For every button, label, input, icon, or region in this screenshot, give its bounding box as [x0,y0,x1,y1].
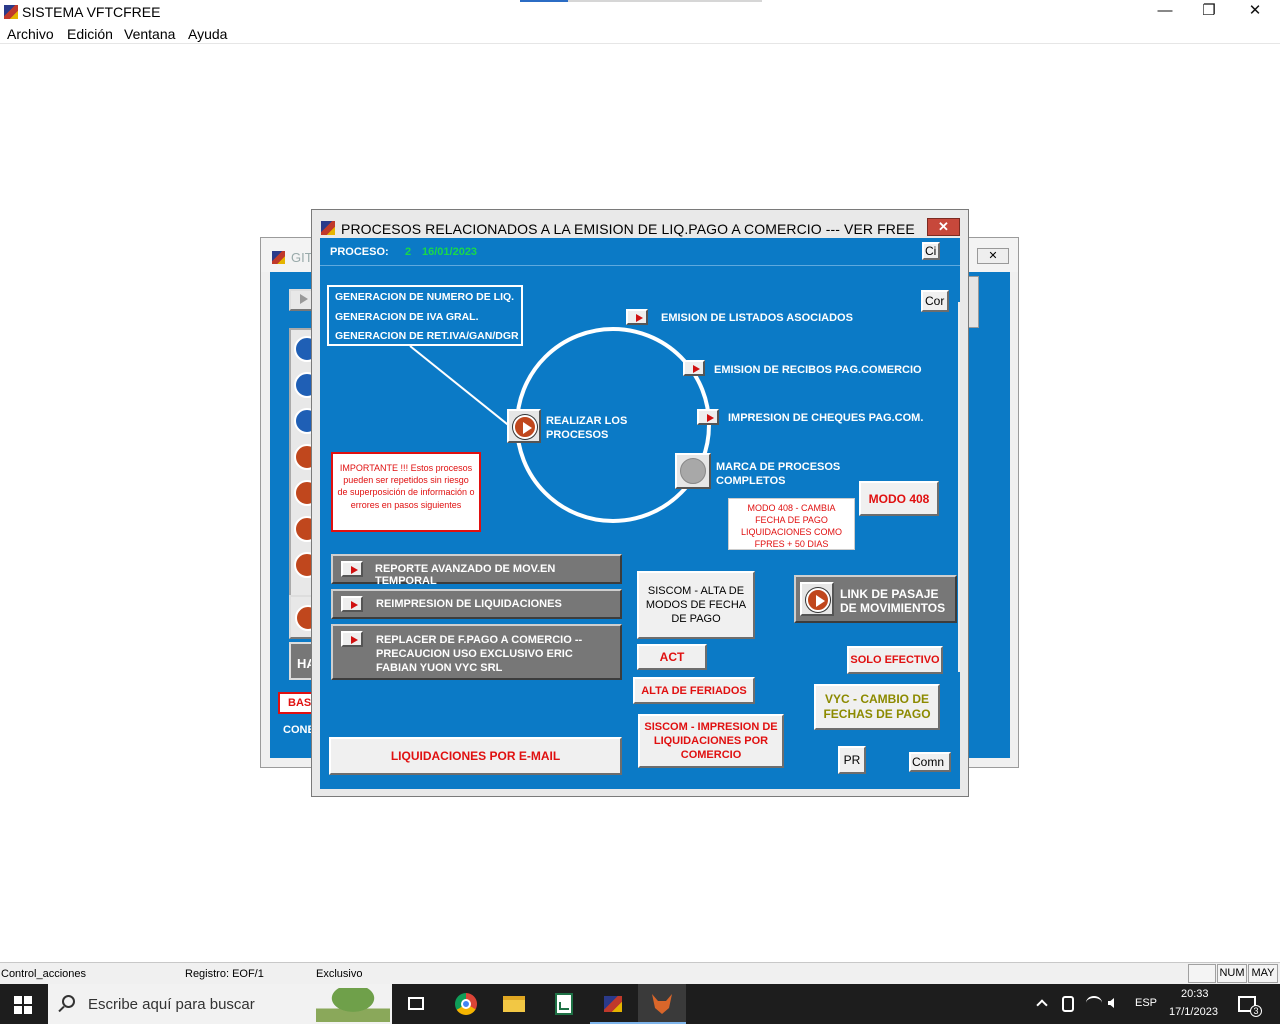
status-empty-box [1188,964,1216,983]
webcam-icon[interactable] [1062,996,1074,1012]
pr-button[interactable]: PR [838,746,866,774]
status-may: MAY [1248,964,1278,983]
menu-bar: Archivo Edición Ventana Ayuda [0,24,1280,44]
chevron-up-icon[interactable] [1036,996,1050,1011]
close-button[interactable]: ✕ [1232,0,1278,24]
play-icon [513,415,537,439]
emision-recibos-button[interactable] [683,360,705,376]
marca-procesos-label: MARCA DE PROCESOS COMPLETOS [716,461,841,487]
windows-start-icon[interactable] [14,996,32,1014]
reimpresion-button[interactable]: REIMPRESION DE LIQUIDACIONES [331,589,622,619]
act-button[interactable]: ACT [637,644,707,670]
link-pasaje-label: LINK DE PASAJE DE MOVIMIENTOS [840,587,946,615]
speaker-icon[interactable] [1108,998,1114,1008]
reporte-avanzado-label: REPORTE AVANZADO DE MOV.EN TEMPORAL [375,563,556,587]
status-control: Control_acciones [1,968,86,980]
menu-archivo[interactable]: Archivo [7,26,54,42]
spreadsheet-icon[interactable] [540,984,588,1024]
alta-feriados-button[interactable]: ALTA DE FERIADOS [633,677,755,704]
modo408-button[interactable]: MODO 408 [859,481,939,516]
realizar-play-button[interactable] [507,409,541,443]
app-titlebar: SISTEMA VFTCFREE — ❐ ✕ [0,0,1280,24]
replacer-button[interactable]: REPLACER DE F.PAGO A COMERCIO -- PRECAUC… [331,624,622,680]
reimpresion-label: REIMPRESION DE LIQUIDACIONES [376,598,562,610]
emision-listados-label: EMISION DE LISTADOS ASOCIADOS [661,312,853,324]
link-pasaje-button[interactable]: LINK DE PASAJE DE MOVIMIENTOS [794,575,957,623]
minimize-button[interactable]: — [1142,0,1188,24]
status-registro: Registro: EOF/1 [185,968,264,980]
search-decoration-tree [316,988,390,1022]
emision-recibos-label: EMISION DE RECIBOS PAG.COMERCIO [714,364,922,376]
solo-efectivo-button[interactable]: SOLO EFECTIVO [847,646,943,674]
procesos-dialog[interactable]: PROCESOS RELACIONADOS A LA EMISION DE LI… [311,209,969,797]
file-explorer-icon[interactable] [490,984,538,1024]
status-bar: Control_acciones Registro: EOF/1 Exclusi… [0,962,1280,984]
search-placeholder: Escribe aquí para buscar [88,996,255,1013]
clock-time[interactable]: 20:33 [1181,988,1209,1000]
wifi-icon[interactable] [1086,996,1102,1010]
modo408-note: MODO 408 - CAMBIA FECHA DE PAGO LIQUIDAC… [728,498,855,550]
menu-ventana[interactable]: Ventana [124,26,175,42]
chrome-icon[interactable] [442,984,490,1024]
reporte-avanzado-button[interactable]: REPORTE AVANZADO DE MOV.EN TEMPORAL [331,554,622,587]
dialog-title: PROCESOS RELACIONADOS A LA EMISION DE LI… [341,221,915,237]
dialog-client-area: PROCESO: 2 16/01/2023 Ci Cor GENERACION … [320,238,960,789]
menu-edicion[interactable]: Edición [67,26,113,42]
clock-date[interactable]: 17/1/2023 [1169,1006,1218,1018]
liquidaciones-email-button[interactable]: LIQUIDACIONES POR E-MAIL [329,737,622,775]
link-pasaje-play-button [800,582,834,616]
bg-title: GIT [291,250,313,265]
fox-app-icon[interactable] [638,984,686,1024]
menu-ayuda[interactable]: Ayuda [188,26,227,42]
marca-procesos-button[interactable] [675,453,711,489]
arrow-icon [341,561,363,577]
taskbar-search[interactable]: Escribe aquí para buscar [48,984,392,1024]
play-icon [806,588,830,612]
impresion-cheques-button[interactable] [697,409,719,425]
restore-button[interactable]: ❐ [1186,0,1232,24]
app-title: SISTEMA VFTCFREE [22,4,161,20]
connector-line [409,345,513,429]
impresion-cheques-label: IMPRESION DE CHEQUES PAG.COM. [728,412,924,424]
dialog-app-icon [321,221,335,235]
emision-listados-button[interactable] [626,309,648,325]
siscom-impresion-button[interactable]: SISCOM - IMPRESION DE LIQUIDACIONES POR … [638,714,784,768]
comn-button[interactable]: Comn [909,752,951,772]
arrow-icon [341,631,363,647]
bg-cone-label: CONE [283,724,315,736]
app-icon [4,5,18,19]
dialog-titlebar: PROCESOS RELACIONADOS A LA EMISION DE LI… [312,210,968,238]
vftc-app-icon[interactable] [590,984,638,1024]
replacer-label: REPLACER DE F.PAGO A COMERCIO -- PRECAUC… [376,634,583,674]
task-view-icon[interactable] [392,984,440,1024]
bg-close-button[interactable]: ✕ [977,248,1009,264]
status-num: NUM [1217,964,1247,983]
title-accent [520,0,568,2]
status-modo: Exclusivo [316,968,363,980]
siscom-alta-button[interactable]: SISCOM - ALTA DE MODOS DE FECHA DE PAGO [637,571,755,639]
notification-count: 3 [1250,1005,1262,1017]
gray-circle-icon [680,458,706,484]
realizar-label: REALIZAR LOS PROCESOS [546,415,628,441]
title-accent-gray [568,0,762,2]
bg-app-icon [272,251,285,264]
dialog-close-button[interactable]: ✕ [927,218,960,236]
language-indicator[interactable]: ESP [1135,997,1157,1009]
arrow-icon [341,596,363,612]
taskbar: Escribe aquí para buscar ESP 20:33 17/1/… [0,984,1280,1024]
importante-note: IMPORTANTE !!! Estos procesos pueden ser… [331,452,481,532]
vyc-cambio-button[interactable]: VYC - CAMBIO DE FECHAS DE PAGO [814,684,940,730]
